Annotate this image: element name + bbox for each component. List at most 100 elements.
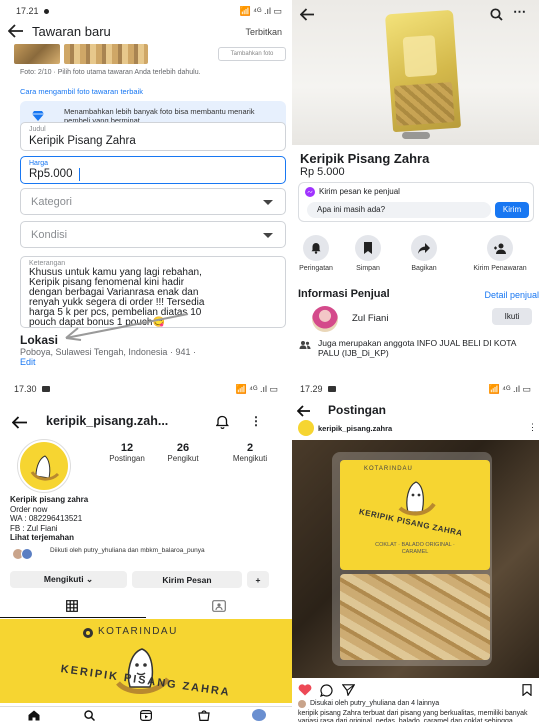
panel-instagram-post: 17.29 📶 ⁴ᴳ .ıl ▭ Postingan keripik_pisan… xyxy=(292,378,539,722)
photo-thumb-2[interactable] xyxy=(64,44,148,64)
following-button[interactable]: Mengikuti ⌄ xyxy=(10,571,127,588)
account-name[interactable]: keripik_pisang.zahra xyxy=(318,424,392,433)
photo-tips-link[interactable]: Cara mengambil foto tawaran terbaik xyxy=(20,87,143,96)
profile-tab-avatar[interactable] xyxy=(252,709,266,721)
back-arrow-icon[interactable] xyxy=(8,24,24,38)
profile-avatar[interactable] xyxy=(18,440,70,492)
back-arrow-icon[interactable] xyxy=(12,416,28,429)
save-action[interactable]: Simpan xyxy=(340,235,396,273)
message-title: Kirim pesan ke penjual xyxy=(319,187,400,196)
group-membership-note: Juga merupakan anggota INFO JUAL BELI DI… xyxy=(318,338,516,358)
stat-followers[interactable]: 26 Pengikut xyxy=(158,442,208,463)
category-select[interactable]: Kategori xyxy=(20,188,286,215)
alert-action[interactable]: Peringatan xyxy=(292,235,344,273)
category-placeholder: Kategori xyxy=(31,195,72,208)
bookmark-icon xyxy=(355,235,381,261)
more-options-icon[interactable]: ⋮ xyxy=(528,422,537,433)
comment-icon[interactable] xyxy=(320,684,333,697)
bottom-nav xyxy=(0,706,292,722)
carousel-dots xyxy=(402,132,430,139)
photo-note: Foto: 2/10 · Pilih foto utama tawaran An… xyxy=(20,69,201,76)
save-label: Simpan xyxy=(356,265,380,272)
heart-icon[interactable] xyxy=(298,684,312,696)
status-photo-icon xyxy=(42,386,50,392)
product-price: Rp 5.000 xyxy=(300,166,345,178)
label-flavors: COKLAT · BALADO ORIGINAL · CARAMEL xyxy=(375,542,455,555)
tagged-icon xyxy=(212,600,226,612)
follow-button[interactable]: Ikuti xyxy=(492,308,532,325)
stat-posts-label: Postingan xyxy=(109,454,145,463)
stat-following[interactable]: 2 Mengikuti xyxy=(222,442,278,463)
send-message-button[interactable]: Kirim Pesan xyxy=(132,571,242,588)
share-icon xyxy=(411,235,437,261)
messenger-icon xyxy=(305,187,315,197)
seller-details-link[interactable]: Detail penjual xyxy=(484,290,539,300)
send-icon[interactable] xyxy=(342,684,355,696)
photo-thumb-1[interactable] xyxy=(14,44,60,64)
more-options-icon[interactable]: ⋮ xyxy=(250,414,262,428)
page-title: Tawaran baru xyxy=(32,24,111,39)
price-field[interactable]: Harga Rp5.000 xyxy=(20,156,286,184)
alert-label: Peringatan xyxy=(299,265,333,272)
post-image[interactable]: KOTARINDAU KERIPIK PISANG ZAHRA xyxy=(0,619,292,703)
product-photo[interactable] xyxy=(292,0,539,145)
stat-posts[interactable]: 12 Postingan xyxy=(102,442,152,463)
stat-posts-count: 12 xyxy=(120,442,134,454)
back-arrow-icon[interactable] xyxy=(297,405,311,417)
seller-name[interactable]: Zul Fiani xyxy=(352,313,388,324)
profile-bio: Keripik pisang zahra Order now WA : 0822… xyxy=(10,495,88,543)
bell-icon xyxy=(303,235,329,261)
bell-icon[interactable] xyxy=(216,415,229,429)
location-edit-link[interactable]: Edit xyxy=(20,357,36,367)
bookmark-icon[interactable] xyxy=(522,684,532,696)
avatar[interactable] xyxy=(312,306,338,332)
publish-button[interactable]: Terbitkan xyxy=(245,27,282,37)
search-icon[interactable] xyxy=(84,710,95,721)
title-field[interactable]: Judul Keripik Pisang Zahra xyxy=(20,122,286,151)
stat-following-count: 2 xyxy=(246,442,254,454)
product-title: Keripik Pisang Zahra xyxy=(300,151,430,166)
offer-icon xyxy=(487,235,513,261)
search-icon[interactable] xyxy=(490,8,503,21)
diamond-icon xyxy=(32,110,44,121)
annotation-arrow xyxy=(60,312,190,342)
offer-action[interactable]: Kirim Penawaran xyxy=(472,235,528,273)
status-dot xyxy=(44,9,49,14)
home-icon[interactable] xyxy=(28,710,40,721)
status-time: 17.29 xyxy=(300,384,323,394)
tab-grid[interactable] xyxy=(0,594,146,618)
panel-marketplace-item: ⋯ Keripik Pisang Zahra Rp 5.000 Kirim pe… xyxy=(292,0,539,378)
follower-avatar xyxy=(21,548,33,560)
send-button[interactable]: Kirim xyxy=(495,202,529,218)
pouch-chips xyxy=(393,82,455,126)
grid-gap xyxy=(0,703,292,705)
message-seller-card: Kirim pesan ke penjual Apa ini masih ada… xyxy=(298,182,534,222)
bio-name: Keripik pisang zahra xyxy=(10,495,89,504)
panel-instagram-profile: 17.30 📶 ⁴ᴳ .ıl ▭ keripik_pisang.zah... ⋮… xyxy=(0,378,292,722)
liker-avatar xyxy=(298,700,306,708)
condition-select[interactable]: Kondisi xyxy=(20,221,286,248)
see-translation-link[interactable]: Lihat terjemahan xyxy=(10,533,88,543)
share-action[interactable]: Bagikan xyxy=(396,235,452,273)
likes-text[interactable]: Disukai oleh putry_yhuliana dan 4 lainny… xyxy=(310,700,439,707)
chevron-down-icon xyxy=(263,199,273,205)
add-person-button[interactable]: + xyxy=(247,571,269,588)
product-pouch xyxy=(384,9,462,133)
add-photo-button[interactable]: Tambahkan foto xyxy=(218,47,286,61)
back-arrow-icon[interactable] xyxy=(300,8,315,21)
label-brand: KOTARINDAU xyxy=(364,466,413,472)
follower-avatars xyxy=(12,547,38,561)
shop-icon[interactable] xyxy=(198,710,210,721)
title-label: Judul xyxy=(29,126,46,133)
post-photo[interactable]: KOTARINDAU KERIPIK PISANG ZAHRA COKLAT ·… xyxy=(292,440,539,678)
panel-new-listing: 17.21 📶 ⁴ᴳ .ıl ▭ Tawaran baru Terbitkan … xyxy=(0,0,292,378)
stat-following-label: Mengikuti xyxy=(232,454,268,463)
more-options-icon[interactable]: ⋯ xyxy=(513,4,526,20)
message-input[interactable]: Apa ini masih ada? xyxy=(307,202,491,218)
location-value: Poboya, Sulawesi Tengah, Indonesia · 941… xyxy=(20,347,196,357)
status-icons: 📶 ⁴ᴳ .ıl ▭ xyxy=(235,384,278,394)
account-avatar[interactable] xyxy=(298,420,314,436)
tab-tagged[interactable] xyxy=(146,594,292,618)
reels-icon[interactable] xyxy=(140,710,152,721)
description-label: Keterangan xyxy=(29,260,66,267)
